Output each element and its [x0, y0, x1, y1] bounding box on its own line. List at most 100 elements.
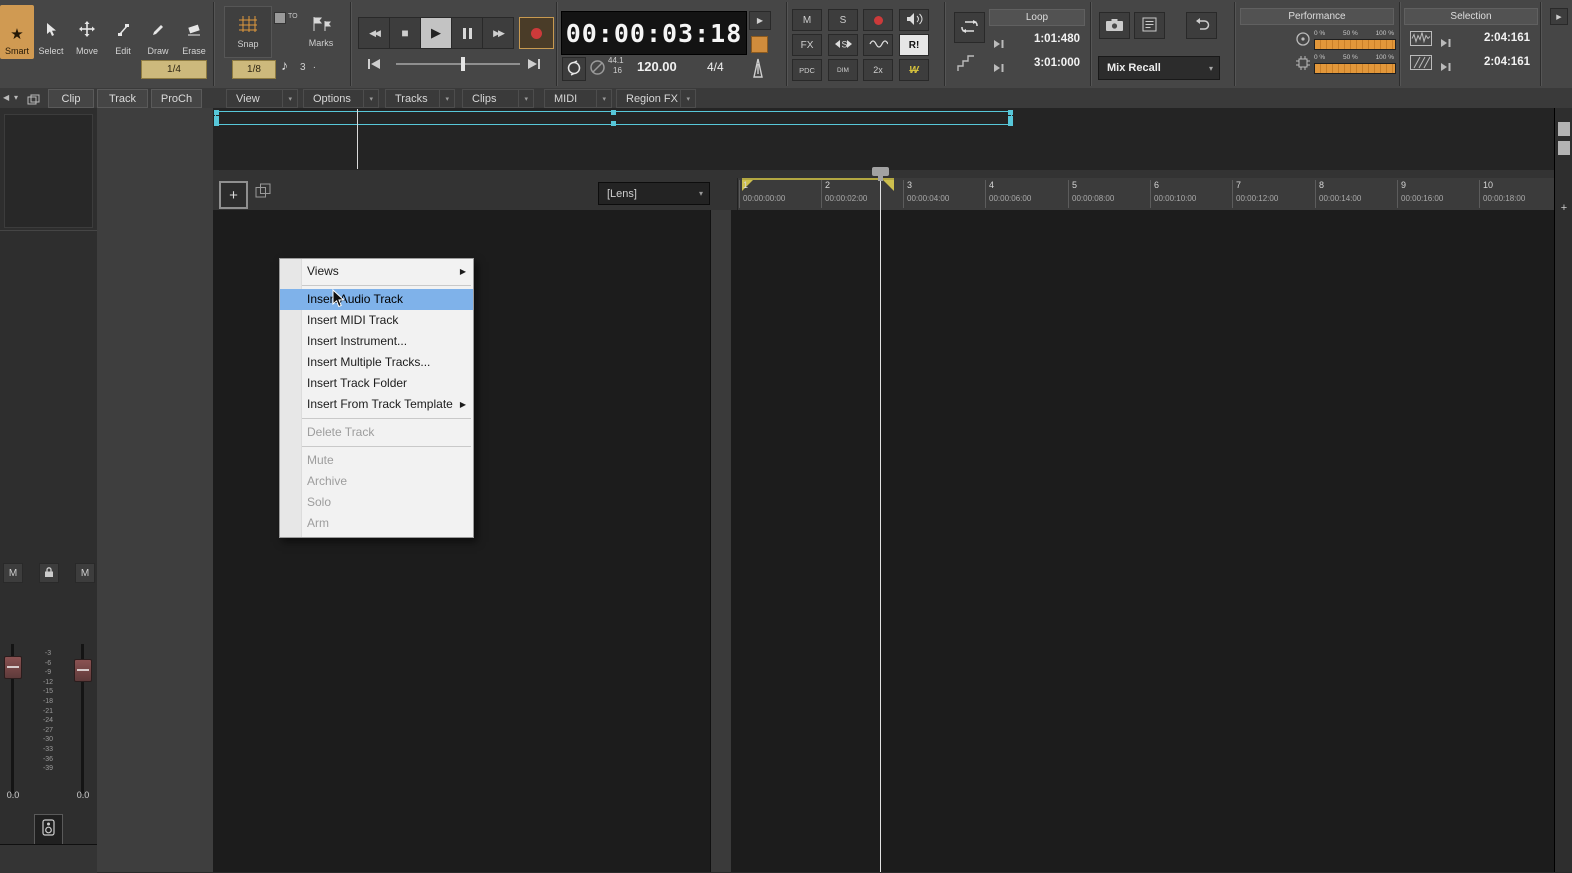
input-echo-button[interactable]: S: [828, 34, 858, 56]
navigator-view-rectangle[interactable]: [214, 110, 1013, 126]
sync-clock-button[interactable]: [562, 57, 586, 81]
mix-recall-dropdown[interactable]: Mix Recall ▾: [1098, 56, 1220, 80]
metronome-accent-button[interactable]: [751, 36, 768, 53]
shuttle-slider-track[interactable]: [396, 63, 520, 65]
inspector-mute-button-left[interactable]: M: [3, 563, 23, 583]
playhead-line[interactable]: [880, 181, 881, 872]
navigator-handle[interactable]: [214, 110, 219, 115]
snap-button[interactable]: Snap: [224, 6, 272, 58]
menu-item-insert-from-track-template[interactable]: Insert From Track Template ▶: [280, 394, 473, 415]
tempo-value[interactable]: 120.00: [637, 59, 677, 74]
navigator-handle[interactable]: [611, 121, 616, 126]
menu-clips[interactable]: Clips ▾: [462, 89, 534, 108]
waveform-preview-button[interactable]: [863, 34, 893, 56]
track-pane-splitter[interactable]: [710, 210, 733, 872]
loop-bars-icon[interactable]: [956, 55, 976, 78]
write-automation-button[interactable]: W: [899, 59, 929, 81]
menu-item-mute[interactable]: Mute: [280, 450, 473, 471]
add-track-button[interactable]: +: [219, 181, 248, 209]
menu-view[interactable]: View ▾: [226, 89, 298, 108]
menu-item-views[interactable]: Views ▶: [280, 261, 473, 282]
tool-duration-selector[interactable]: 1/4: [141, 60, 207, 79]
eighth-note-icon[interactable]: ♪: [281, 57, 288, 73]
playhead-marker[interactable]: [872, 167, 889, 176]
pdc-button[interactable]: PDC: [792, 59, 822, 81]
menu-item-arm[interactable]: Arm: [280, 513, 473, 534]
loop-start-value[interactable]: 1:01:480: [1008, 33, 1080, 45]
menu-item-insert-multiple-tracks[interactable]: Insert Multiple Tracks...: [280, 352, 473, 373]
chevron-down-icon[interactable]: ▾: [14, 93, 18, 102]
mix-undo-button[interactable]: [1186, 12, 1217, 39]
menu-item-insert-audio-track[interactable]: Insert Audio Track: [280, 289, 473, 310]
vertical-zoom-button[interactable]: [1558, 141, 1570, 155]
selection-start-value[interactable]: 2:04:161: [1454, 32, 1530, 44]
loop-toggle-button[interactable]: [954, 12, 985, 43]
menu-item-archive[interactable]: Archive: [280, 471, 473, 492]
inspector-mute-button-right[interactable]: M: [75, 563, 95, 583]
navigator-handle[interactable]: [1008, 121, 1013, 126]
time-ruler[interactable]: 1 00:00:00:00 2 00:00:02:00 3 00:00:04:00 4…: [737, 178, 1555, 210]
loop-end-marker[interactable]: [883, 180, 894, 191]
menu-item-insert-midi-track[interactable]: Insert MIDI Track: [280, 310, 473, 331]
loop-end-value[interactable]: 3:01:000: [1008, 57, 1080, 69]
metronome-off-icon[interactable]: [589, 59, 606, 81]
fast-forward-button[interactable]: ▶▶: [482, 17, 514, 49]
snap-to-checkbox[interactable]: [274, 12, 286, 24]
tool-draw[interactable]: Draw: [141, 5, 175, 59]
tab-clip[interactable]: Clip: [48, 89, 94, 108]
tool-smart[interactable]: ★ Smart: [0, 5, 34, 59]
fader-handle-left[interactable]: [4, 656, 22, 679]
snap-marks-button[interactable]: Marks: [296, 6, 346, 58]
double-speed-button[interactable]: 2x: [863, 59, 893, 81]
navigator-handle[interactable]: [1008, 110, 1013, 115]
goto-loop-end-icon[interactable]: [993, 60, 1005, 78]
inspector-lock-button[interactable]: [39, 563, 59, 583]
tool-select[interactable]: Select: [34, 5, 68, 59]
menu-tracks[interactable]: Tracks ▾: [385, 89, 455, 108]
snap-resolution-selector[interactable]: 1/8: [232, 60, 276, 79]
dim-solo-button[interactable]: DIM: [828, 59, 858, 81]
vertical-zoom-button[interactable]: [1558, 122, 1570, 136]
duplicate-track-button[interactable]: [252, 183, 274, 203]
exclusive-solo-button[interactable]: R!: [899, 34, 929, 56]
play-button[interactable]: ▶: [420, 17, 452, 49]
mix-scenes-button[interactable]: [1134, 12, 1165, 39]
tool-erase[interactable]: Erase: [177, 5, 211, 59]
snap-dot-value[interactable]: .: [313, 60, 316, 71]
selection-start-arrow-icon[interactable]: [1440, 35, 1452, 53]
time-format-play-button[interactable]: ▶: [749, 11, 771, 30]
tab-track[interactable]: Track: [97, 89, 148, 108]
stop-button[interactable]: ■: [389, 17, 421, 49]
rewind-button[interactable]: ◀◀: [358, 17, 390, 49]
arm-all-button[interactable]: [863, 9, 893, 31]
menu-item-delete-track[interactable]: Delete Track: [280, 422, 473, 443]
mix-snapshot-button[interactable]: [1099, 12, 1130, 39]
menu-region-fx[interactable]: Region FX ▾: [616, 89, 696, 108]
toolbar-overflow-button[interactable]: ▶: [1550, 8, 1568, 25]
input-monitor-button[interactable]: [899, 9, 929, 31]
previous-marker-icon[interactable]: [366, 57, 382, 76]
next-marker-icon[interactable]: [526, 57, 542, 76]
tab-proch[interactable]: ProCh: [151, 89, 202, 108]
inspector-properties-box[interactable]: [4, 114, 93, 228]
selection-end-value[interactable]: 2:04:161: [1454, 56, 1530, 68]
metronome-icon[interactable]: [747, 56, 769, 85]
menu-options[interactable]: Options ▾: [303, 89, 379, 108]
record-button[interactable]: [519, 17, 554, 49]
monitor-speaker-button[interactable]: [34, 814, 63, 845]
mute-all-button[interactable]: M: [792, 9, 822, 31]
menu-item-solo[interactable]: Solo: [280, 492, 473, 513]
clips-pane[interactable]: [731, 210, 1554, 872]
lens-dropdown[interactable]: [Lens] ▾: [598, 182, 710, 205]
fader-handle-right[interactable]: [74, 659, 92, 682]
snap-triplet-value[interactable]: 3: [300, 62, 306, 73]
navigator-pane[interactable]: [213, 108, 1554, 171]
menu-item-insert-track-folder[interactable]: Insert Track Folder: [280, 373, 473, 394]
tool-edit[interactable]: Edit: [106, 5, 140, 59]
menu-item-insert-instrument[interactable]: Insert Instrument...: [280, 331, 473, 352]
zoom-in-button[interactable]: +: [1555, 202, 1572, 214]
navigator-handle[interactable]: [214, 121, 219, 126]
fx-global-button[interactable]: FX: [792, 34, 822, 56]
collapse-panel-icon[interactable]: ◀: [3, 93, 9, 102]
selection-end-arrow-icon[interactable]: [1440, 59, 1452, 77]
